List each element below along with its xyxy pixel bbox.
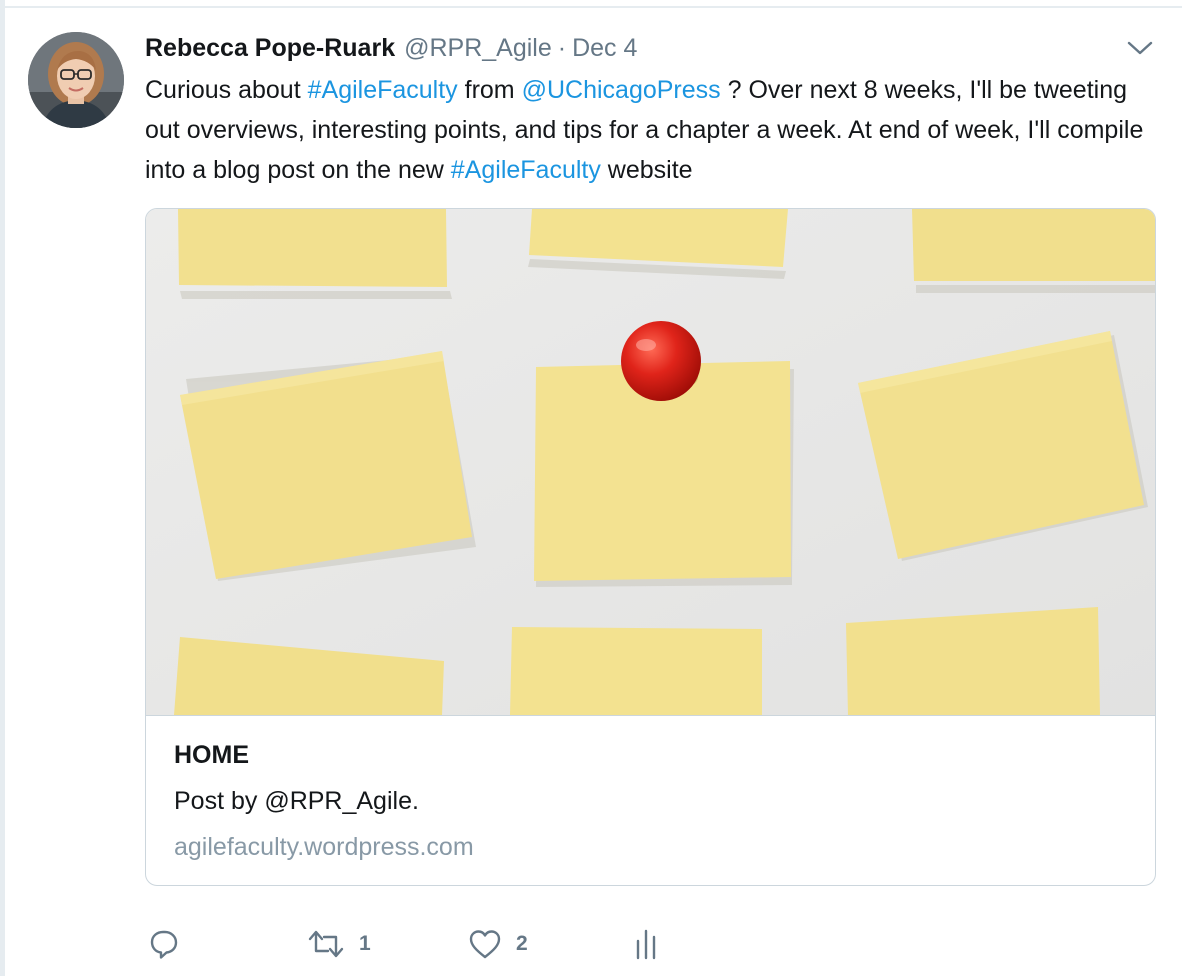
tweet-date[interactable]: Dec 4 — [572, 34, 637, 63]
reply-button[interactable] — [145, 922, 179, 966]
separator-dot: · — [557, 33, 567, 62]
card-domain: agilefaculty.wordpress.com — [174, 833, 474, 861]
link-card[interactable]: HOME Post by @RPR_Agile. agilefaculty.wo… — [145, 208, 1156, 886]
tweet-actions: 1 2 — [145, 922, 745, 966]
tweet-text-part: website — [600, 156, 693, 184]
card-image[interactable] — [146, 209, 1155, 716]
avatar[interactable] — [28, 32, 124, 128]
retweet-icon — [308, 930, 344, 958]
mention-link[interactable]: @UChicagoPress — [522, 76, 721, 104]
tweet-text-part: from — [457, 76, 522, 104]
analytics-button[interactable] — [633, 922, 659, 966]
left-divider — [0, 0, 5, 976]
sticky-notes-image — [146, 209, 1155, 715]
tweet-text: Curious about #AgileFaculty from @UChica… — [145, 70, 1155, 190]
more-options-button[interactable] — [1124, 34, 1156, 62]
reply-icon — [150, 930, 178, 959]
chevron-down-icon — [1127, 41, 1153, 55]
author-handle[interactable]: @RPR_Agile — [404, 34, 552, 63]
hashtag-link[interactable]: #AgileFaculty — [308, 76, 458, 104]
avatar-photo — [28, 32, 124, 128]
tweet-header: Rebecca Pope-Ruark @RPR_Agile · Dec 4 — [145, 32, 637, 64]
like-button[interactable]: 2 — [468, 922, 528, 966]
top-divider — [0, 0, 1182, 8]
like-count: 2 — [516, 932, 528, 955]
tweet-text-part: Curious about — [145, 76, 308, 104]
tweet-page: Rebecca Pope-Ruark @RPR_Agile · Dec 4 Cu… — [0, 0, 1182, 976]
retweet-count: 1 — [359, 932, 371, 955]
card-description: Post by @RPR_Agile. — [174, 787, 419, 815]
card-title: HOME — [174, 741, 249, 769]
author-name[interactable]: Rebecca Pope-Ruark — [145, 34, 395, 63]
retweet-button[interactable]: 1 — [307, 922, 371, 966]
hashtag-link[interactable]: #AgileFaculty — [451, 156, 601, 184]
card-body: HOME Post by @RPR_Agile. agilefaculty.wo… — [174, 735, 1124, 867]
heart-icon — [469, 930, 501, 959]
analytics-icon — [636, 929, 656, 960]
